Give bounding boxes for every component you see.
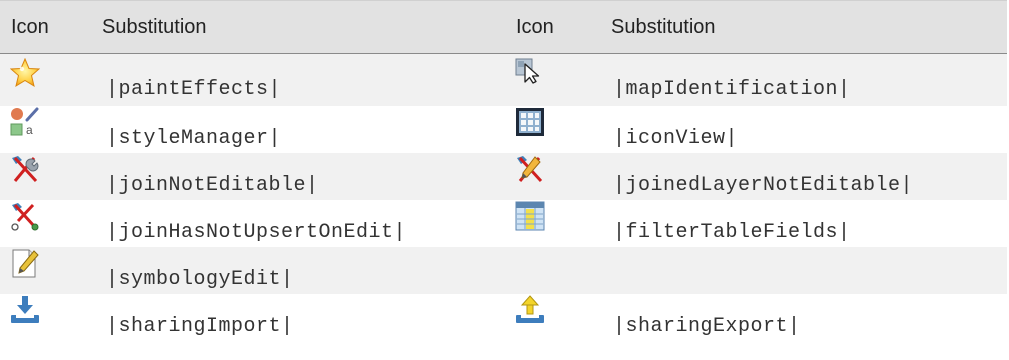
- header-icon-right: Icon: [505, 0, 603, 54]
- style-manager-icon: a: [10, 107, 94, 137]
- icon-cell: [505, 199, 603, 247]
- icon-cell: [505, 152, 603, 200]
- sharing-import-icon: [10, 295, 94, 325]
- substitution-cell: [603, 246, 1007, 294]
- substitution-cell: |sharingImport|: [94, 293, 505, 341]
- substitution-cell: |styleManager|: [94, 105, 505, 153]
- header-substitution-left: Substitution: [94, 0, 505, 54]
- substitution-cell: |joinNotEditable|: [94, 152, 505, 200]
- substitution-cell: |joinedLayerNotEditable|: [603, 152, 1007, 200]
- map-identify-cursor-icon: [515, 58, 603, 84]
- icon-view-grid-icon: [515, 107, 603, 137]
- header-substitution-right: Substitution: [603, 0, 1007, 54]
- substitutions-table: Icon Substitution Icon Substitution |pai…: [0, 0, 1007, 341]
- table-header-row: Icon Substitution Icon Substitution: [0, 0, 1007, 54]
- star-effects-icon: [10, 58, 94, 88]
- svg-text:a: a: [26, 123, 33, 137]
- table-row: |sharingImport| |sharingExport|: [0, 293, 1007, 341]
- substitution-cell: |mapIdentification|: [603, 53, 1007, 106]
- icon-cell: [0, 293, 94, 341]
- table-row: |symbologyEdit|: [0, 246, 1007, 294]
- icon-cell: [0, 199, 94, 247]
- icon-cell: [0, 53, 94, 106]
- icon-cell: [505, 53, 603, 106]
- substitution-cell: |filterTableFields|: [603, 199, 1007, 247]
- icon-cell-empty: [505, 246, 603, 294]
- substitution-cell: |symbologyEdit|: [94, 246, 505, 294]
- table-row: |joinHasNotUpsertOnEdit| |filterTableFie…: [0, 199, 1007, 247]
- substitution-cell: |sharingExport|: [603, 293, 1007, 341]
- table-row: |paintEffects| |mapIdentification|: [0, 53, 1007, 106]
- icon-cell: [0, 246, 94, 294]
- icon-cell: a: [0, 105, 94, 153]
- filter-table-fields-icon: [515, 201, 603, 231]
- join-pencil-icon: [515, 154, 603, 184]
- substitution-cell: |paintEffects|: [94, 53, 505, 106]
- substitution-cell: |iconView|: [603, 105, 1007, 153]
- table-row: a |styleManager| |iconView|: [0, 105, 1007, 153]
- icon-cell: [505, 293, 603, 341]
- header-icon-left: Icon: [0, 0, 94, 54]
- icon-cell: [0, 152, 94, 200]
- join-upsert-icon: [10, 201, 94, 231]
- sharing-export-icon: [515, 294, 603, 325]
- table-row: |joinNotEditable| |joinedLayerNotEditabl…: [0, 152, 1007, 200]
- symbology-edit-icon: [10, 248, 94, 278]
- icon-cell: [505, 105, 603, 153]
- join-wrench-icon: [10, 154, 94, 184]
- substitution-cell: |joinHasNotUpsertOnEdit|: [94, 199, 505, 247]
